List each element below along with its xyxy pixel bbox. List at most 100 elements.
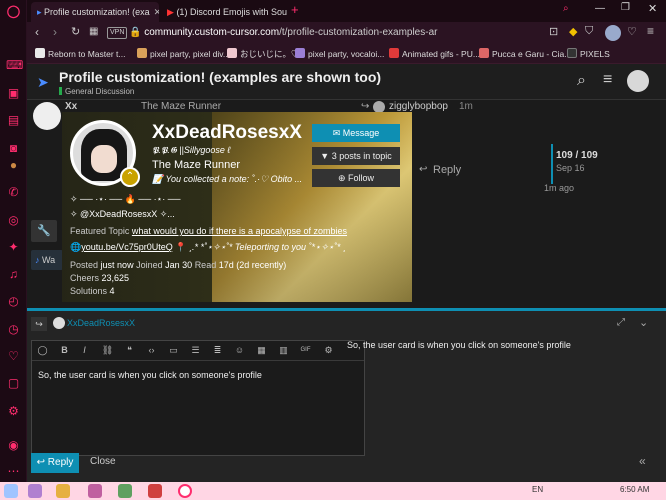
topic-title[interactable]: Profile customization! (examples are sho… xyxy=(59,69,381,85)
reply-to-user[interactable]: zigglybopbop xyxy=(389,101,448,112)
search-tabs-icon[interactable]: ⌕ xyxy=(563,3,569,14)
twitter-icon[interactable]: ✦ xyxy=(6,240,21,255)
reload-icon[interactable]: ↻ xyxy=(71,25,80,38)
lightbulb-icon[interactable]: ◉ xyxy=(6,438,21,453)
music-icon[interactable]: ♫ xyxy=(6,267,21,282)
post-username[interactable]: Xx xyxy=(65,101,77,112)
quote-icon[interactable]: ◯ xyxy=(36,344,49,357)
gamepad-icon[interactable]: ⌨ xyxy=(6,58,23,73)
timeline-bar[interactable] xyxy=(551,144,553,184)
reply-button[interactable]: ↩ Reply xyxy=(31,453,79,473)
tab-discord-emojis[interactable]: ▶ (1) Discord Emojis with Sou✕ xyxy=(161,2,289,22)
featured-topic-link[interactable]: what would you do if there is a apocalyp… xyxy=(132,226,347,236)
card-handle: ✧ @XxDeadRosesxX ✧... xyxy=(70,209,175,219)
bookmark-item[interactable]: PIXELS xyxy=(567,47,610,61)
shield-icon[interactable]: ⛉ xyxy=(585,25,593,38)
close-button[interactable]: Close xyxy=(90,456,116,467)
card-name[interactable]: XxDeadRosesxX xyxy=(152,122,302,144)
heart-bookmark-icon[interactable]: ♡ xyxy=(627,25,637,38)
italic-icon[interactable]: I xyxy=(78,344,91,357)
back-icon[interactable]: ‹ xyxy=(35,25,39,39)
website-link[interactable]: youtu.be/Vc75pr0UteQ xyxy=(81,242,173,252)
forward-icon[interactable]: › xyxy=(53,25,57,39)
opera-taskbar-icon[interactable] xyxy=(178,484,192,498)
clock-icon[interactable]: ◴ xyxy=(6,294,21,309)
emoji-icon[interactable]: ☺ xyxy=(233,344,246,357)
hamburger-icon[interactable]: ≡ xyxy=(603,71,612,89)
fullscreen-icon[interactable]: ⤢ xyxy=(617,317,625,328)
numbered-list-icon[interactable]: ≣ xyxy=(211,344,224,357)
extension-2-icon[interactable]: ◆ xyxy=(569,25,577,38)
taskbar-app-icon[interactable] xyxy=(56,484,70,498)
avatar[interactable] xyxy=(605,25,621,41)
bookmark-item[interactable]: Animated gifs - PU... xyxy=(389,47,480,61)
collapse-icon[interactable]: ⌄ xyxy=(639,316,648,329)
settings-icon[interactable]: ⚙ xyxy=(6,404,21,419)
messenger-icon[interactable]: ✆ xyxy=(6,185,21,200)
code-icon[interactable]: ‹› xyxy=(145,344,158,357)
card-cheers: Cheers 23,625 xyxy=(70,273,130,283)
instagram-2-icon[interactable]: ◎ xyxy=(6,213,21,228)
heart-icon[interactable]: ♡ xyxy=(6,349,21,364)
link-icon[interactable]: ⛓ xyxy=(101,344,114,357)
bold-icon[interactable]: B xyxy=(58,344,71,357)
reply-action-icon[interactable]: ↪ xyxy=(31,317,47,331)
image-icon[interactable]: ▭ xyxy=(167,344,180,357)
timeline-progress: 109 / 109 xyxy=(556,150,598,161)
new-tab-button[interactable]: + xyxy=(291,2,299,17)
reply-to-avatar xyxy=(53,317,65,329)
instagram-icon[interactable]: ◙ xyxy=(6,141,21,156)
close-tab-icon[interactable]: ✕ xyxy=(154,7,159,17)
blockquote-icon[interactable]: ❝ xyxy=(123,344,136,357)
editor-toolbar: ◯ B I ⛓ ❝ ‹› ▭ ☰ ≣ ☺ ▦ ▥ GIF ⚙ xyxy=(32,341,364,361)
bookmark-item[interactable]: Pucca e Garu - Cia... xyxy=(479,47,571,61)
maximize-icon[interactable]: ❐ xyxy=(621,2,630,13)
post-time[interactable]: 1m xyxy=(459,101,473,112)
gif-icon[interactable]: GIF xyxy=(299,344,312,357)
calendar-icon[interactable]: ▦ xyxy=(255,344,268,357)
gear-icon[interactable]: ⚙ xyxy=(322,344,335,357)
extension-icon[interactable]: ● xyxy=(6,158,21,173)
camera-icon[interactable]: ⊡ xyxy=(549,25,558,38)
composer-reply-to[interactable]: XxDeadRosesxX xyxy=(67,318,135,328)
site-logo-icon[interactable]: ➤ xyxy=(37,74,49,91)
taskbar-app-icon[interactable] xyxy=(88,484,102,498)
bullet-list-icon[interactable]: ☰ xyxy=(189,344,202,357)
close-window-icon[interactable]: ✕ xyxy=(648,2,657,15)
topic-category[interactable]: General Discussion xyxy=(59,87,134,96)
taskbar-app-icon[interactable] xyxy=(28,484,42,498)
box-icon[interactable]: ▢ xyxy=(6,376,21,391)
tab-profile-customization[interactable]: ▸ Profile customization! (exa ✕ xyxy=(31,2,159,22)
opera-menu-icon[interactable]: ◯ xyxy=(6,4,21,19)
bookmark-item[interactable]: Reborn to Master t... xyxy=(35,47,125,61)
history-icon[interactable]: ◷ xyxy=(6,322,21,337)
clock[interactable]: 6:50 AM xyxy=(620,485,649,494)
start-icon[interactable] xyxy=(4,484,18,498)
minimize-icon[interactable]: — xyxy=(595,3,605,14)
bookmark-item[interactable]: pixel party, pixel div... xyxy=(137,47,230,61)
url-field[interactable]: 🔒 community.custom-cursor.com/t/profile-… xyxy=(123,25,493,41)
table-icon[interactable]: ▥ xyxy=(277,344,290,357)
shop-icon[interactable]: ▤ xyxy=(6,113,21,128)
taskbar-app-icon[interactable] xyxy=(148,484,162,498)
more-icon[interactable]: ⋯ xyxy=(6,464,21,479)
language-indicator[interactable]: EN xyxy=(532,485,543,494)
bookmark-item[interactable]: pixel party, vocaloi... xyxy=(295,47,384,61)
message-button[interactable]: ✉ Message xyxy=(312,124,400,142)
search-icon[interactable]: ⌕ xyxy=(577,72,586,90)
taskbar-app-icon[interactable] xyxy=(118,484,132,498)
bookmark-item[interactable]: おじいじに。♡ xyxy=(227,47,300,61)
menu-icon[interactable]: ≡ xyxy=(647,24,654,38)
composer-textarea[interactable]: So, the user card is when you click on s… xyxy=(38,370,358,380)
post-avatar[interactable] xyxy=(33,102,61,130)
twitch-icon[interactable]: ▣ xyxy=(6,86,21,101)
user-avatar[interactable] xyxy=(627,70,649,92)
watching-button[interactable]: ♪ Wa xyxy=(31,250,63,270)
speed-dial-icon[interactable]: ▦ xyxy=(89,26,98,37)
posts-in-topic-button[interactable]: ▼ 3 posts in topic xyxy=(312,147,400,165)
follow-button[interactable]: ⊕ Follow xyxy=(312,169,400,187)
hide-preview-button[interactable]: « xyxy=(639,454,646,468)
featured-topic: Featured Topic what would you do if ther… xyxy=(70,226,348,236)
wrench-button[interactable]: 🔧 xyxy=(31,220,57,242)
post-reply-button[interactable]: Reply xyxy=(433,164,461,176)
